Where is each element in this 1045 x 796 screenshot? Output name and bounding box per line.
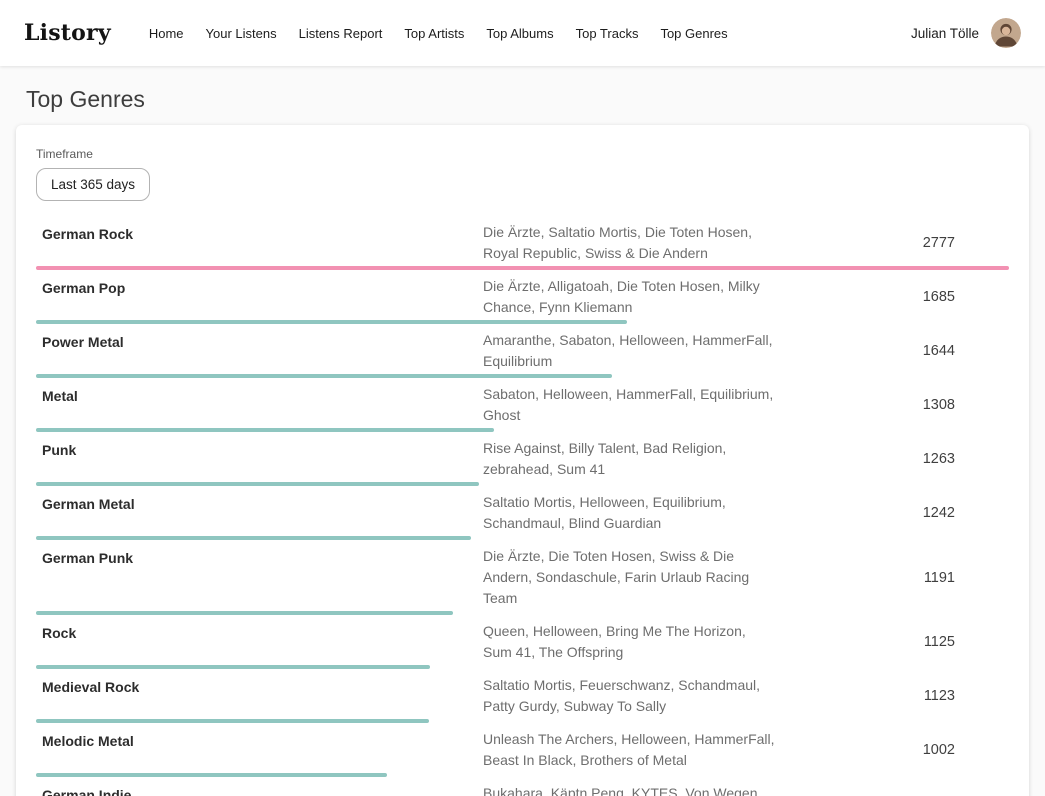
genre-row: German PopDie Ärzte, Alligatoah, Die Tot… [36, 270, 1009, 324]
genre-name: Metal [36, 384, 483, 426]
genre-name: Power Metal [36, 330, 483, 372]
genre-count: 1242 [775, 505, 1009, 521]
genre-count: 1308 [775, 397, 1009, 413]
user-menu[interactable]: Julian Tölle [911, 18, 1021, 48]
genre-row: RockQueen, Helloween, Bring Me The Horiz… [36, 615, 1009, 669]
nav-link-listens-report[interactable]: Listens Report [299, 26, 383, 41]
page-title: Top Genres [26, 86, 1019, 113]
user-avatar[interactable] [991, 18, 1021, 48]
main-nav: Home Your Listens Listens Report Top Artist… [149, 26, 728, 41]
genre-count: 1125 [775, 634, 1009, 650]
genre-artists: Saltatio Mortis, Feuerschwanz, Schandmau… [483, 675, 775, 717]
timeframe-label: Timeframe [36, 147, 1009, 161]
genre-count: 1644 [775, 343, 1009, 359]
avatar-photo-icon [991, 18, 1021, 48]
nav-link-your-listens[interactable]: Your Listens [206, 26, 277, 41]
genre-artists: Queen, Helloween, Bring Me The Horizon, … [483, 621, 775, 663]
genre-artists: Sabaton, Helloween, HammerFall, Equilibr… [483, 384, 775, 426]
genre-artists: Amaranthe, Sabaton, Helloween, HammerFal… [483, 330, 775, 372]
genre-count: 2777 [775, 235, 1009, 251]
nav-link-top-albums[interactable]: Top Albums [486, 26, 553, 41]
genre-count: 1685 [775, 289, 1009, 305]
genre-artists: Unleash The Archers, Helloween, HammerFa… [483, 729, 775, 771]
genre-row: Melodic MetalUnleash The Archers, Hellow… [36, 723, 1009, 777]
genre-row: German RockDie Ärzte, Saltatio Mortis, D… [36, 216, 1009, 270]
genre-row: Medieval RockSaltatio Mortis, Feuerschwa… [36, 669, 1009, 723]
genre-row: German MetalSaltatio Mortis, Helloween, … [36, 486, 1009, 540]
app-window: Listory Home Your Listens Listens Report To… [0, 0, 1045, 796]
genre-count: 1191 [775, 570, 1009, 586]
genre-artists: Die Ärzte, Saltatio Mortis, Die Toten Ho… [483, 222, 775, 264]
main-content: Top Genres Timeframe Last 365 days Germa… [0, 86, 1045, 796]
genre-artists: Die Ärzte, Alligatoah, Die Toten Hosen, … [483, 276, 775, 318]
genre-name: German Indie [36, 783, 483, 796]
genre-count: 1002 [775, 742, 1009, 758]
genre-artists: Die Ärzte, Die Toten Hosen, Swiss & Die … [483, 546, 775, 609]
genre-name: German Pop [36, 276, 483, 318]
genre-row: MetalSabaton, Helloween, HammerFall, Equ… [36, 378, 1009, 432]
brand-logo[interactable]: Listory [24, 20, 111, 46]
genre-row: PunkRise Against, Billy Talent, Bad Reli… [36, 432, 1009, 486]
genre-count: 1123 [775, 688, 1009, 704]
genre-name: Medieval Rock [36, 675, 483, 717]
genre-table: German RockDie Ärzte, Saltatio Mortis, D… [36, 216, 1009, 796]
genre-row: Power MetalAmaranthe, Sabaton, Helloween… [36, 324, 1009, 378]
user-name: Julian Tölle [911, 26, 979, 41]
genre-name: German Rock [36, 222, 483, 264]
genre-name: German Metal [36, 492, 483, 534]
top-genres-card: Timeframe Last 365 days German RockDie Ä… [16, 125, 1029, 796]
nav-link-home[interactable]: Home [149, 26, 184, 41]
nav-link-top-tracks[interactable]: Top Tracks [576, 26, 639, 41]
genre-row: German PunkDie Ärzte, Die Toten Hosen, S… [36, 540, 1009, 615]
genre-count: 1263 [775, 451, 1009, 467]
genre-name: German Punk [36, 546, 483, 609]
genre-artists: Saltatio Mortis, Helloween, Equilibrium,… [483, 492, 775, 534]
nav-link-top-genres[interactable]: Top Genres [660, 26, 727, 41]
genre-name: Rock [36, 621, 483, 663]
genre-artists: Bukahara, Käptn Peng, KYTES, Von Wegen L… [483, 783, 775, 796]
genre-name: Punk [36, 438, 483, 480]
top-nav: Listory Home Your Listens Listens Report To… [0, 0, 1045, 66]
genre-artists: Rise Against, Billy Talent, Bad Religion… [483, 438, 775, 480]
genre-name: Melodic Metal [36, 729, 483, 771]
nav-link-top-artists[interactable]: Top Artists [404, 26, 464, 41]
genre-row: German IndieBukahara, Käptn Peng, KYTES,… [36, 777, 1009, 796]
timeframe-select[interactable]: Last 365 days [36, 168, 150, 201]
